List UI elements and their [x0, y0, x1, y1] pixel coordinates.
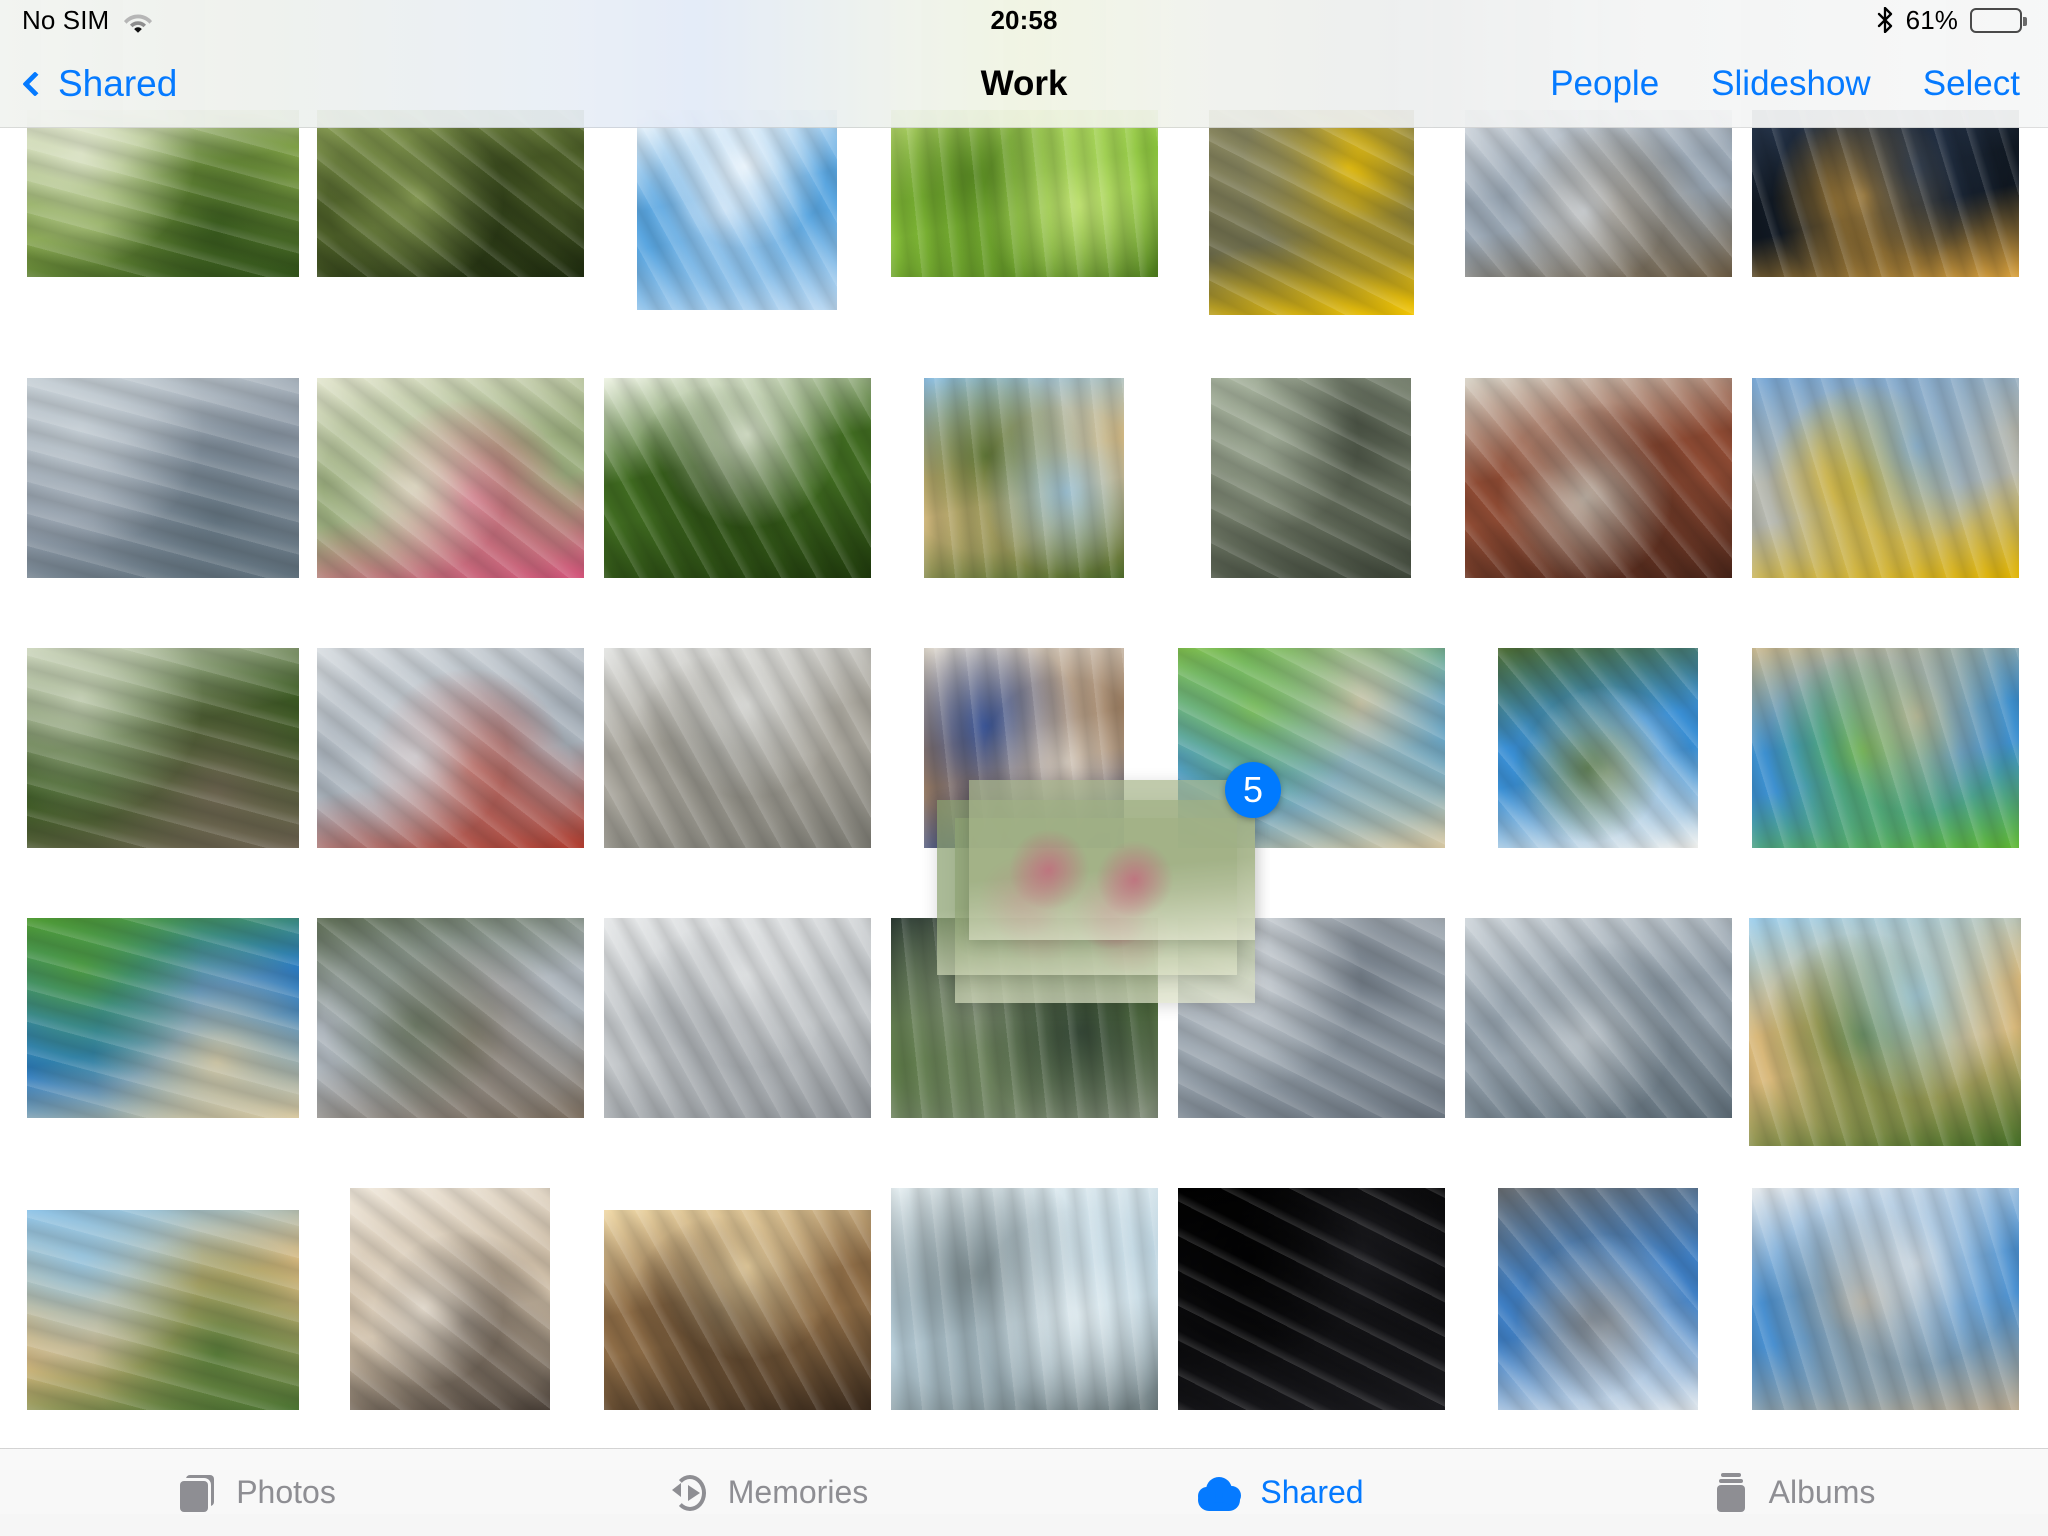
- memories-icon: [668, 1471, 712, 1515]
- photo-thumbnail[interactable]: [604, 1210, 871, 1410]
- ios-photos-app-screen: 5 Shared Work People Slideshow Select No…: [0, 0, 2048, 1536]
- photo-thumbnail[interactable]: [1209, 110, 1414, 315]
- photo-thumbnail[interactable]: [604, 648, 871, 848]
- cloud-icon: [1196, 1471, 1244, 1515]
- photo-thumbnail-image: [891, 918, 1158, 1118]
- photo-thumbnail[interactable]: [1178, 648, 1445, 848]
- tab-albums[interactable]: Albums: [1536, 1449, 2048, 1536]
- tab-albums-label: Albums: [1768, 1474, 1876, 1510]
- photo-thumbnail-image: [27, 110, 299, 277]
- photo-thumbnail-image: [1749, 918, 2021, 1146]
- navigation-bar: Shared Work People Slideshow Select: [0, 0, 2048, 128]
- photo-thumbnail-image: [1211, 378, 1411, 578]
- photo-thumbnail-image: [27, 378, 299, 578]
- photo-thumbnail-image: [604, 918, 871, 1118]
- photo-thumbnail[interactable]: [1178, 1188, 1445, 1410]
- photo-thumbnail-image: [1498, 1188, 1698, 1410]
- photo-grid-scroll-view[interactable]: [0, 0, 2048, 1536]
- tab-memories-label: Memories: [727, 1474, 869, 1510]
- slideshow-button[interactable]: Slideshow: [1711, 64, 1871, 104]
- photo-thumbnail[interactable]: [891, 918, 1158, 1118]
- photo-thumbnail-image: [1465, 378, 1732, 578]
- photo-thumbnail[interactable]: [1749, 918, 2021, 1146]
- photo-thumbnail-image: [924, 648, 1124, 848]
- photo-thumbnail[interactable]: [1752, 110, 2019, 277]
- photo-thumbnail[interactable]: [317, 648, 584, 848]
- tab-memories[interactable]: Memories: [512, 1449, 1024, 1536]
- photo-thumbnail[interactable]: [891, 110, 1158, 277]
- photo-thumbnail-image: [1752, 378, 2019, 578]
- photo-thumbnail-image: [1465, 110, 1732, 277]
- photo-thumbnail-image: [891, 110, 1158, 277]
- photo-thumbnail[interactable]: [27, 648, 299, 848]
- photo-thumbnail[interactable]: [27, 110, 299, 277]
- photo-thumbnail-image: [604, 648, 871, 848]
- tab-shared-label: Shared: [1260, 1474, 1364, 1510]
- photo-thumbnail-image: [1752, 648, 2019, 848]
- photo-thumbnail[interactable]: [1498, 1188, 1698, 1410]
- photo-thumbnail[interactable]: [1211, 378, 1411, 578]
- photo-thumbnail[interactable]: [1465, 110, 1732, 277]
- photo-thumbnail-image: [27, 918, 299, 1118]
- people-button[interactable]: People: [1550, 64, 1659, 104]
- photo-thumbnail-image: [604, 1210, 871, 1410]
- photo-thumbnail-image: [891, 1188, 1158, 1410]
- photo-thumbnail[interactable]: [317, 918, 584, 1118]
- photo-thumbnail-image: [1178, 1188, 1445, 1410]
- photo-thumbnail-image: [317, 918, 584, 1118]
- photo-thumbnail[interactable]: [1465, 378, 1732, 578]
- select-button[interactable]: Select: [1923, 64, 2020, 104]
- photo-thumbnail-image: [1752, 1188, 2019, 1410]
- photo-grid-row: [0, 378, 2048, 640]
- photo-thumbnail-image: [1465, 918, 1732, 1118]
- photo-thumbnail-image: [637, 110, 837, 310]
- photo-thumbnail[interactable]: [1752, 648, 2019, 848]
- photo-thumbnail[interactable]: [604, 918, 871, 1118]
- photo-grid-row: [0, 648, 2048, 910]
- photo-thumbnail-image: [350, 1188, 550, 1410]
- photo-thumbnail-image: [1498, 648, 1698, 848]
- photo-thumbnail-image: [1752, 110, 2019, 277]
- photo-thumbnail[interactable]: [891, 1188, 1158, 1410]
- photo-thumbnail-image: [1178, 648, 1445, 848]
- tab-photos-label: Photos: [236, 1474, 336, 1510]
- photo-thumbnail-image: [1209, 110, 1414, 315]
- photo-thumbnail-image: [924, 378, 1124, 578]
- photo-thumbnail-image: [604, 378, 871, 578]
- photo-thumbnail[interactable]: [1752, 1188, 2019, 1410]
- photo-thumbnail[interactable]: [27, 378, 299, 578]
- photo-thumbnail-image: [1178, 918, 1445, 1118]
- photo-thumbnail[interactable]: [924, 648, 1124, 848]
- photo-thumbnail[interactable]: [637, 110, 837, 310]
- tab-photos[interactable]: Photos: [0, 1449, 512, 1536]
- albums-icon: [1709, 1471, 1753, 1515]
- photo-grid-row: [0, 918, 2048, 1180]
- photo-thumbnail-image: [317, 378, 584, 578]
- photo-grid-row: [0, 1188, 2048, 1450]
- photo-thumbnail[interactable]: [27, 1210, 299, 1410]
- photo-thumbnail[interactable]: [604, 378, 871, 578]
- tab-bar: Photos Memories Shared Albums: [0, 1448, 2048, 1536]
- photo-thumbnail[interactable]: [1465, 918, 1732, 1118]
- photo-thumbnail[interactable]: [1498, 648, 1698, 848]
- photo-thumbnail[interactable]: [317, 110, 584, 277]
- photos-icon: [176, 1471, 220, 1515]
- photo-thumbnail[interactable]: [27, 918, 299, 1118]
- photo-thumbnail[interactable]: [1752, 378, 2019, 578]
- photo-thumbnail[interactable]: [924, 378, 1124, 578]
- photo-grid-row: [0, 110, 2048, 372]
- photo-thumbnail-image: [27, 648, 299, 848]
- photo-thumbnail-image: [27, 1210, 299, 1410]
- navigation-bar-row: Shared Work People Slideshow Select: [0, 40, 2048, 127]
- photo-thumbnail-image: [317, 110, 584, 277]
- photo-thumbnail[interactable]: [317, 378, 584, 578]
- tab-shared[interactable]: Shared: [1024, 1449, 1536, 1536]
- photo-thumbnail[interactable]: [350, 1188, 550, 1410]
- photo-thumbnail-image: [317, 648, 584, 848]
- navigation-bar-actions: People Slideshow Select: [1550, 64, 2020, 104]
- photo-thumbnail[interactable]: [1178, 918, 1445, 1118]
